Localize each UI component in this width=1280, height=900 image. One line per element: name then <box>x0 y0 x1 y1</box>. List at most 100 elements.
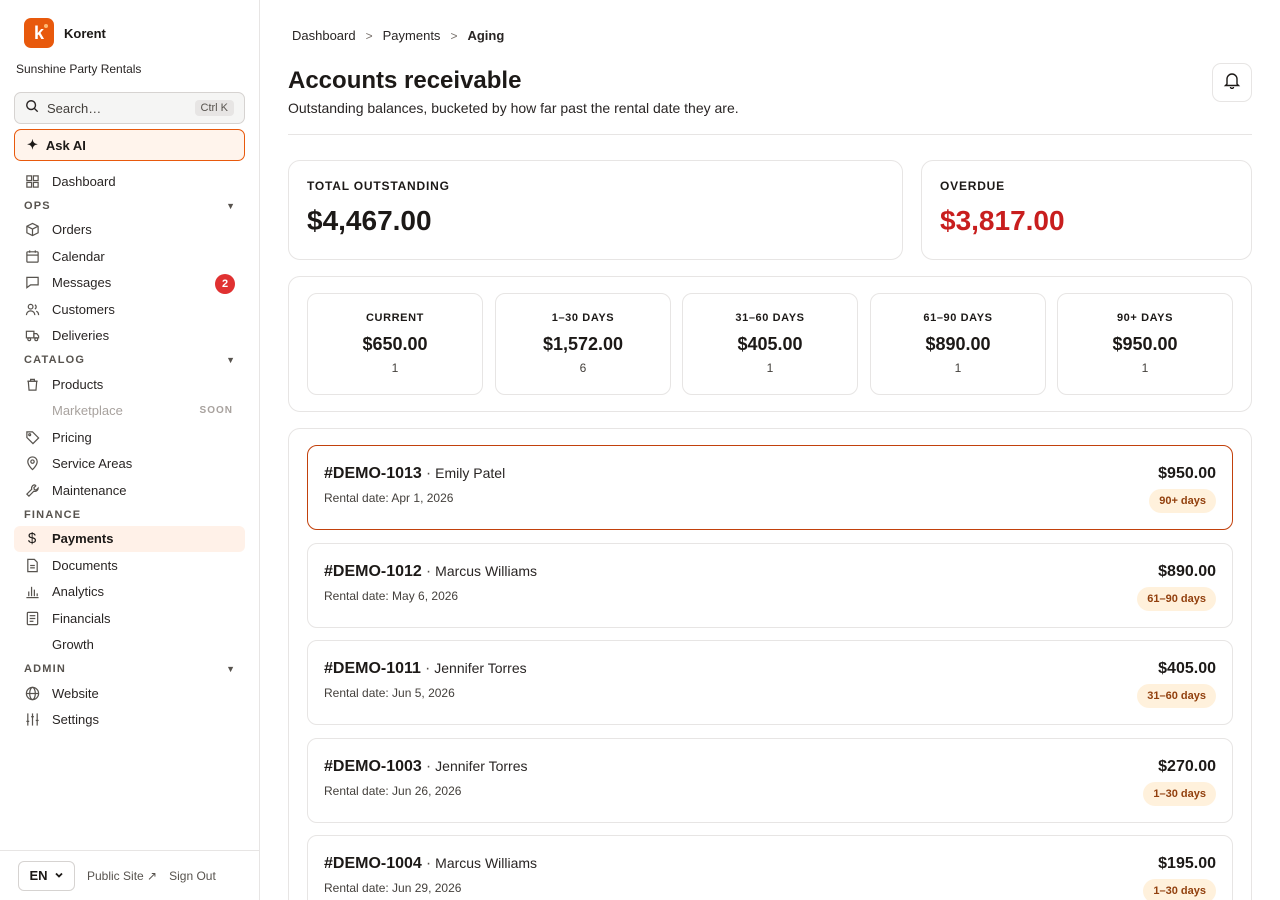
sidebar-item-settings[interactable]: Settings <box>14 707 245 734</box>
sidebar-item-payments[interactable]: $ Payments <box>14 525 245 552</box>
invoice-id: #DEMO-1013 <box>324 465 422 482</box>
globe-icon <box>24 685 40 701</box>
sidebar-item-growth[interactable]: Growth <box>14 632 245 659</box>
invoice-id: #DEMO-1012 <box>324 563 422 580</box>
calendar-icon <box>24 248 40 264</box>
map-pin-icon <box>24 456 40 472</box>
aging-bucket-badge: 90+ days <box>1149 489 1216 513</box>
sidebar-item-label: Service Areas <box>52 456 133 472</box>
public-site-link[interactable]: Public Site ↗ <box>87 869 157 883</box>
chevron-right-icon: > <box>450 28 458 43</box>
bucket-1-30-days[interactable]: 1–30 DAYS $1,572.00 6 <box>495 293 671 395</box>
section-title: FINANCE <box>24 508 82 521</box>
message-icon <box>24 275 40 291</box>
sidebar-item-label: Products <box>52 376 104 392</box>
total-outstanding-card: TOTAL OUTSTANDING $4,467.00 <box>288 160 903 260</box>
customer-name: Emily Patel <box>435 465 506 481</box>
sidebar-item-products[interactable]: Products <box>14 371 245 398</box>
bucket-count: 6 <box>579 361 587 375</box>
bell-icon <box>1223 71 1241 94</box>
blank-icon <box>24 637 40 653</box>
sidebar-item-analytics[interactable]: Analytics <box>14 579 245 606</box>
language-value: EN <box>29 868 48 883</box>
sidebar-item-financials[interactable]: Financials <box>14 605 245 632</box>
sidebar-item-label: Analytics <box>52 584 105 600</box>
sidebar-footer: EN Public Site ↗ Sign Out <box>0 850 259 900</box>
invoice-list-panel: #DEMO-1013 · Emily Patel Rental date: Apr … <box>288 428 1252 900</box>
separator-dot: · <box>425 563 432 580</box>
bucket-61-90-days[interactable]: 61–90 DAYS $890.00 1 <box>870 293 1046 395</box>
grid-icon <box>24 173 40 189</box>
trash-can-icon <box>24 376 40 392</box>
sidebar-item-pricing[interactable]: Pricing <box>14 424 245 451</box>
sidebar-item-label: Calendar <box>52 248 105 264</box>
bucket-90-plus-days[interactable]: 90+ DAYS $950.00 1 <box>1057 293 1233 395</box>
brand-logo-letter: k <box>33 22 44 43</box>
dollar-icon: $ <box>27 530 37 548</box>
breadcrumb-aging: Aging <box>467 28 505 43</box>
bucket-current[interactable]: CURRENT $650.00 1 <box>307 293 483 395</box>
invoice-id: #DEMO-1011 <box>324 660 421 677</box>
bucket-amount: $1,572.00 <box>542 334 624 354</box>
sidebar: k Korent Sunshine Party Rentals Search… … <box>0 0 260 900</box>
section-title: CATALOG <box>24 354 86 366</box>
sign-out-link[interactable]: Sign Out <box>169 869 216 883</box>
bucket-label: 61–90 DAYS <box>923 312 993 324</box>
sidebar-item-deliveries[interactable]: Deliveries <box>14 323 245 350</box>
header-divider <box>288 134 1252 135</box>
total-outstanding-value: $4,467.00 <box>307 205 432 236</box>
breadcrumb-payments[interactable]: Payments <box>383 28 441 43</box>
invoice-row[interactable]: #DEMO-1013 · Emily Patel Rental date: Apr … <box>307 445 1233 530</box>
sidebar-item-dashboard[interactable]: Dashboard <box>14 168 245 195</box>
invoice-id-line: #DEMO-1004 · Marcus Williams <box>324 855 537 873</box>
invoice-amount: $270.00 <box>1158 758 1216 775</box>
sidebar-item-label: Documents <box>52 557 118 573</box>
sidebar-item-documents[interactable]: Documents <box>14 552 245 579</box>
separator-dot: · <box>425 855 432 872</box>
nav-section-catalog[interactable]: CATALOG ▼ <box>14 349 245 371</box>
sidebar-item-marketplace: Marketplace SOON <box>14 398 245 425</box>
sidebar-item-maintenance[interactable]: Maintenance <box>14 477 245 504</box>
nav-section-admin[interactable]: ADMIN ▼ <box>14 658 245 680</box>
caret-down-icon: ▼ <box>226 200 235 211</box>
sidebar-item-label: Orders <box>52 222 92 238</box>
tag-icon <box>24 429 40 445</box>
invoice-row[interactable]: #DEMO-1011 · Jennifer Torres Rental date: … <box>307 640 1233 725</box>
total-outstanding-label: TOTAL OUTSTANDING <box>307 179 450 193</box>
bucket-label: 90+ DAYS <box>1116 312 1174 324</box>
sidebar-item-customers[interactable]: Customers <box>14 296 245 323</box>
separator-dot: · <box>424 660 431 677</box>
bucket-label: 1–30 DAYS <box>551 312 615 324</box>
overdue-label: OVERDUE <box>940 179 1005 193</box>
separator-dot: · <box>425 465 432 482</box>
brand[interactable]: k Korent <box>24 18 106 48</box>
invoice-id-line: #DEMO-1012 · Marcus Williams <box>324 563 537 581</box>
brand-logo-dot <box>44 24 48 28</box>
rental-date: Rental date: Jun 26, 2026 <box>324 784 462 798</box>
bucket-amount: $650.00 <box>362 334 428 354</box>
sidebar-item-label: Marketplace <box>52 403 123 419</box>
aging-bucket-badge: 1–30 days <box>1143 879 1216 900</box>
language-select[interactable]: EN <box>18 860 75 891</box>
caret-down-icon: ▼ <box>226 355 235 365</box>
notifications-button[interactable] <box>1212 63 1252 102</box>
bucket-31-60-days[interactable]: 31–60 DAYS $405.00 1 <box>682 293 858 395</box>
breadcrumb-dashboard[interactable]: Dashboard <box>292 28 356 43</box>
invoice-amount: $405.00 <box>1158 660 1216 677</box>
invoice-row[interactable]: #DEMO-1012 · Marcus Williams Rental date: … <box>307 543 1233 628</box>
bucket-count: 1 <box>391 361 399 375</box>
sidebar-item-service-areas[interactable]: Service Areas <box>14 451 245 478</box>
ask-ai-button[interactable]: ✦ Ask AI <box>14 129 245 161</box>
sidebar-item-label: Pricing <box>52 429 92 445</box>
wrench-icon <box>24 482 40 498</box>
search-button[interactable]: Search… Ctrl K <box>14 92 245 124</box>
nav-section-ops[interactable]: OPS ▼ <box>14 195 245 217</box>
sidebar-item-messages[interactable]: Messages 2 <box>14 270 245 297</box>
sidebar-item-website[interactable]: Website <box>14 680 245 707</box>
sliders-icon <box>24 712 40 728</box>
invoice-row[interactable]: #DEMO-1004 · Marcus Williams Rental date: … <box>307 835 1233 900</box>
sidebar-item-orders[interactable]: Orders <box>14 217 245 244</box>
breadcrumb: Dashboard > Payments > Aging <box>292 28 504 43</box>
invoice-row[interactable]: #DEMO-1003 · Jennifer Torres Rental date: … <box>307 738 1233 823</box>
sidebar-item-calendar[interactable]: Calendar <box>14 243 245 270</box>
